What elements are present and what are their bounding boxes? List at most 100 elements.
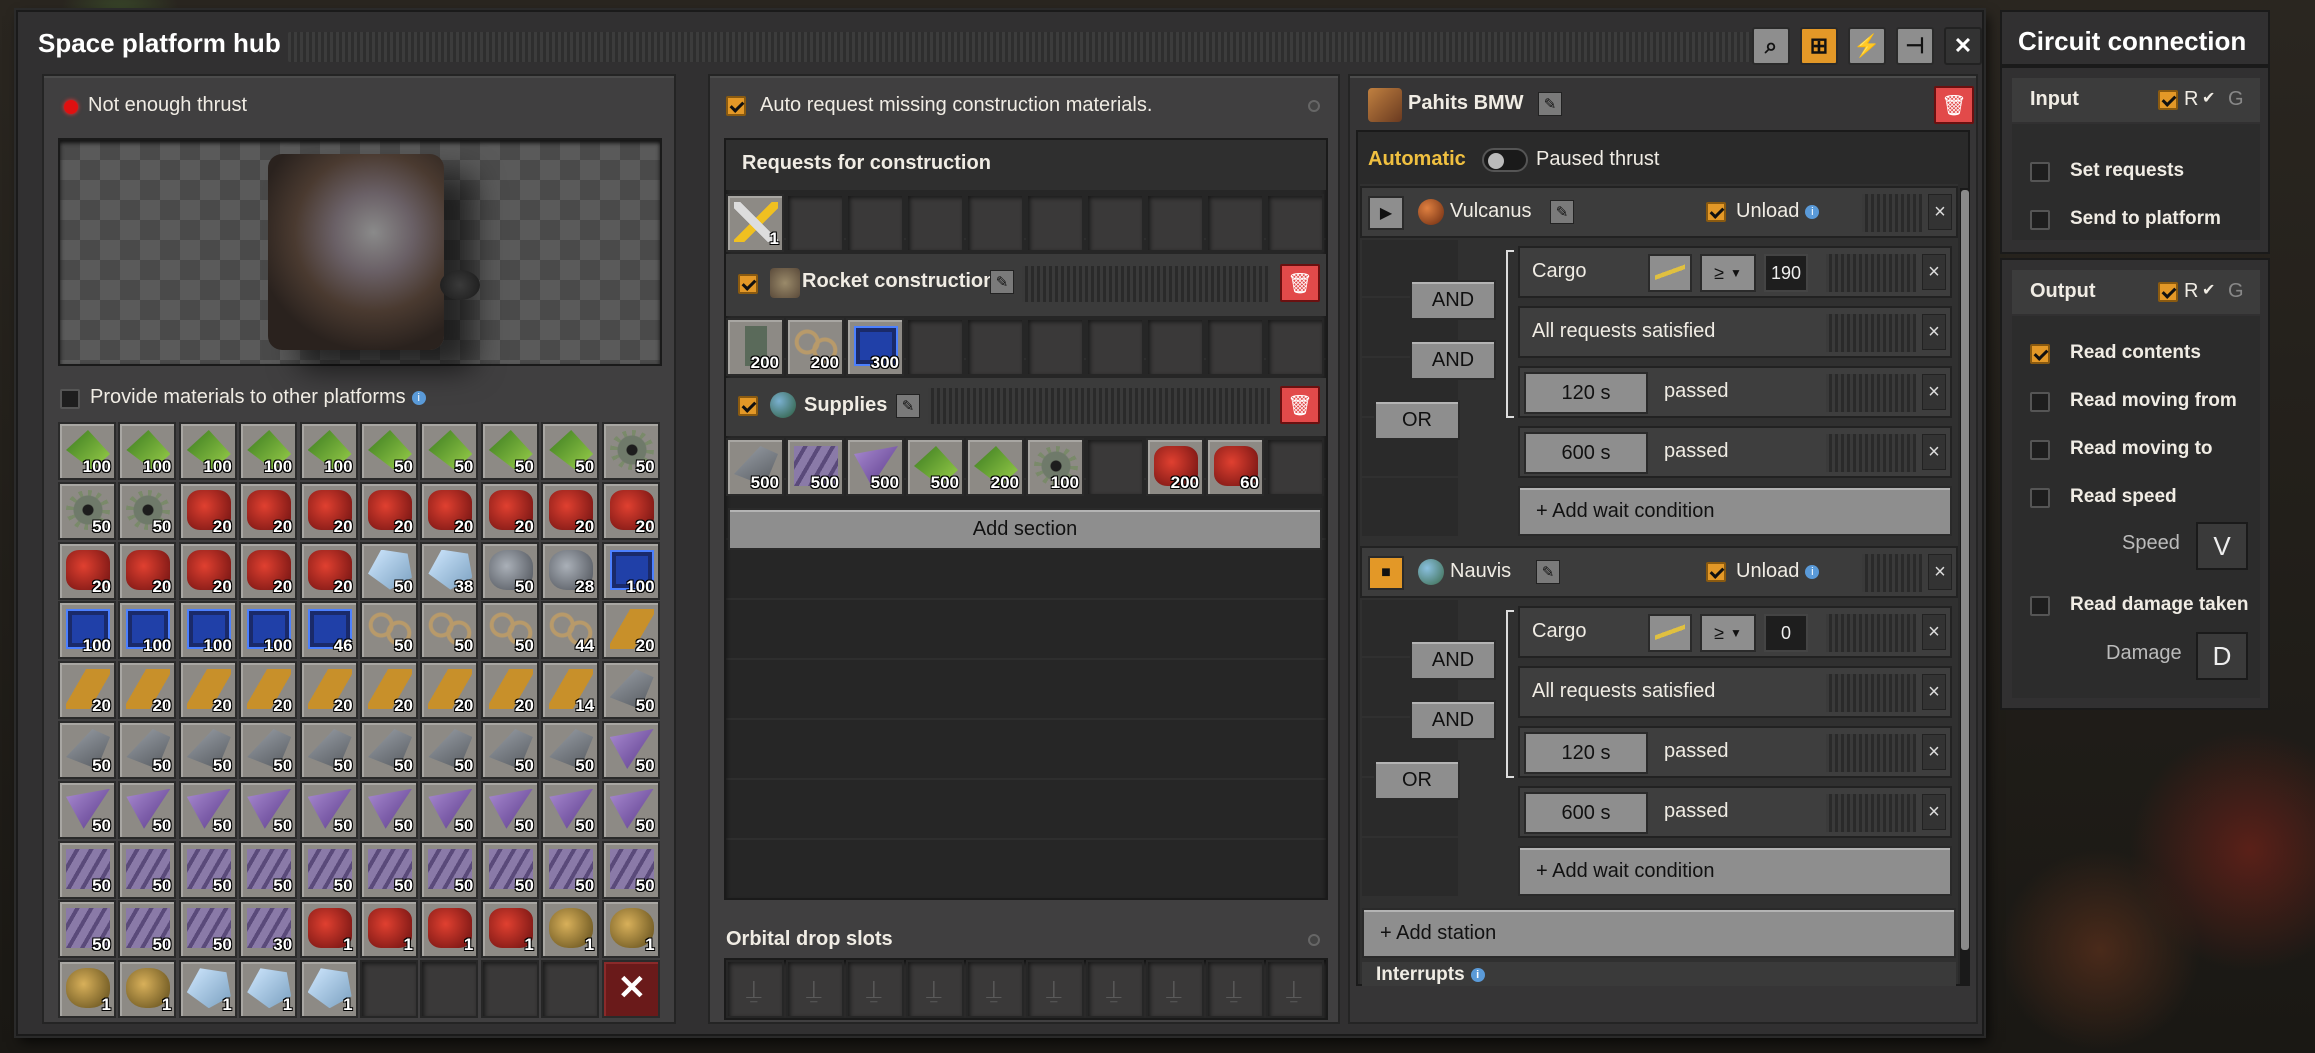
empty-slot[interactable]	[1086, 194, 1144, 252]
item-slot[interactable]: 1	[601, 900, 660, 959]
item-slot[interactable]: 50	[601, 780, 660, 839]
scrollbar-thumb[interactable]	[1961, 190, 1969, 950]
orbital-drop-slot[interactable]: ⍊	[1146, 960, 1204, 1018]
read-moving-to-checkbox[interactable]	[2030, 440, 2050, 460]
item-slot[interactable]: 100	[118, 422, 177, 480]
item-slot[interactable]: 44	[541, 601, 600, 660]
item-slot[interactable]: 50	[239, 721, 298, 779]
item-slot[interactable]: 100	[58, 422, 116, 480]
item-slot[interactable]: 100	[239, 601, 298, 660]
item-slot[interactable]: 50	[601, 840, 660, 899]
scrollbar[interactable]	[1960, 188, 1970, 986]
item-slot[interactable]: 200	[786, 318, 844, 376]
item-slot[interactable]: 20	[360, 481, 418, 540]
remove-condition-button[interactable]: ×	[1922, 794, 1946, 830]
item-slot[interactable]: 50	[601, 422, 660, 480]
item-slot[interactable]: 50	[541, 840, 600, 899]
item-slot[interactable]: 20	[239, 481, 298, 540]
remove-condition-button[interactable]: ×	[1922, 254, 1946, 290]
delete-section-button[interactable]: 🗑	[1280, 264, 1320, 302]
set-requests-checkbox[interactable]	[2030, 162, 2050, 182]
or-button[interactable]: OR	[1374, 400, 1460, 440]
comparator-dropdown[interactable]: ≥ ▼	[1700, 614, 1756, 652]
item-slot[interactable]: 50	[541, 721, 600, 779]
empty-slot[interactable]	[1206, 318, 1264, 376]
item-slot[interactable]: 46	[299, 601, 358, 660]
and-button[interactable]: AND	[1410, 340, 1496, 380]
trash-slot[interactable]: ✕	[601, 960, 660, 1019]
item-slot[interactable]: 50	[118, 481, 177, 540]
item-slot[interactable]: 100	[299, 422, 358, 480]
item-slot[interactable]: 50	[178, 900, 237, 959]
go-to-station-button[interactable]: ▶	[1368, 196, 1404, 230]
item-slot[interactable]: 28	[541, 541, 600, 600]
item-slot[interactable]: 20	[178, 661, 237, 720]
empty-slot[interactable]	[1026, 318, 1084, 376]
and-button[interactable]: AND	[1410, 700, 1496, 740]
speed-signal-selector[interactable]: V	[2196, 522, 2248, 570]
item-slot[interactable]: 300	[846, 318, 904, 376]
item-slot[interactable]: 20	[239, 661, 298, 720]
time-value-input[interactable]: 600 s	[1524, 432, 1648, 474]
empty-slot[interactable]	[906, 194, 964, 252]
orbital-drop-slot[interactable]: ⍊	[786, 960, 844, 1018]
item-slot[interactable]: 1	[726, 194, 784, 252]
item-slot[interactable]: 50	[299, 780, 358, 839]
empty-slot[interactable]	[1086, 318, 1144, 376]
item-slot[interactable]: 50	[601, 661, 660, 720]
orbital-drop-slot[interactable]: ⍊	[966, 960, 1024, 1018]
item-slot[interactable]: 1	[299, 900, 358, 959]
remove-condition-button[interactable]: ×	[1922, 314, 1946, 350]
read-moving-from-checkbox[interactable]	[2030, 392, 2050, 412]
section-drag-handle[interactable]	[928, 388, 1270, 424]
or-button[interactable]: OR	[1374, 760, 1460, 800]
item-slot[interactable]: 100	[1026, 438, 1084, 496]
edit-section-button[interactable]: ✎	[990, 270, 1014, 294]
condition-drag-handle[interactable]	[1826, 434, 1916, 472]
item-slot[interactable]: 20	[118, 661, 177, 720]
remove-station-button[interactable]: ×	[1928, 194, 1952, 230]
condition-drag-handle[interactable]	[1826, 314, 1916, 352]
orbital-drop-slot[interactable]: ⍊	[846, 960, 904, 1018]
empty-slot[interactable]	[1146, 194, 1204, 252]
add-wait-condition-button[interactable]: + Add wait condition	[1518, 846, 1952, 896]
remove-condition-button[interactable]: ×	[1922, 734, 1946, 770]
add-section-button[interactable]: Add section	[728, 508, 1322, 550]
comparator-dropdown[interactable]: ≥ ▼	[1700, 254, 1756, 292]
damage-signal-selector[interactable]: D	[2196, 632, 2248, 680]
item-slot[interactable]: 50	[58, 840, 116, 899]
item-slot[interactable]: 20	[239, 541, 298, 600]
item-slot[interactable]: 50	[118, 780, 177, 839]
wait-condition-all-requests[interactable]: All requests satisfied ×	[1518, 306, 1952, 358]
item-slot[interactable]: 50	[480, 601, 539, 660]
item-slot[interactable]: 500	[906, 438, 964, 496]
item-slot[interactable]: 50	[360, 422, 418, 480]
empty-slot[interactable]	[480, 960, 539, 1019]
item-slot[interactable]: 50	[420, 422, 479, 480]
cargo-item-selector[interactable]	[1648, 254, 1692, 292]
item-slot[interactable]: 20	[601, 601, 660, 660]
delete-platform-button[interactable]: 🗑	[1934, 86, 1974, 124]
cargo-value-input[interactable]: 190	[1764, 254, 1808, 292]
item-slot[interactable]: 50	[360, 721, 418, 779]
item-slot[interactable]: 500	[846, 438, 904, 496]
wait-condition-cargo[interactable]: Cargo ≥ ▼ 190 ×	[1518, 246, 1952, 298]
item-slot[interactable]: 1	[420, 900, 479, 959]
item-slot[interactable]: 50	[360, 780, 418, 839]
empty-slot[interactable]	[966, 194, 1024, 252]
item-slot[interactable]: 50	[118, 900, 177, 959]
item-slot[interactable]: 50	[420, 840, 479, 899]
item-slot[interactable]: 50	[178, 840, 237, 899]
output-green-check[interactable]: ✔	[2202, 280, 2215, 300]
item-slot[interactable]: 1	[299, 960, 358, 1019]
empty-slot[interactable]	[1026, 194, 1084, 252]
rename-platform-button[interactable]: ✎	[1538, 92, 1562, 116]
automatic-toggle[interactable]	[1482, 148, 1528, 172]
empty-slot[interactable]	[541, 960, 600, 1019]
item-slot[interactable]: 500	[726, 438, 784, 496]
item-slot[interactable]: 20	[601, 481, 660, 540]
input-red-checkbox[interactable]	[2158, 90, 2178, 110]
edit-station-button[interactable]: ✎	[1550, 200, 1574, 224]
item-slot[interactable]: 50	[360, 601, 418, 660]
item-slot[interactable]: 50	[299, 721, 358, 779]
